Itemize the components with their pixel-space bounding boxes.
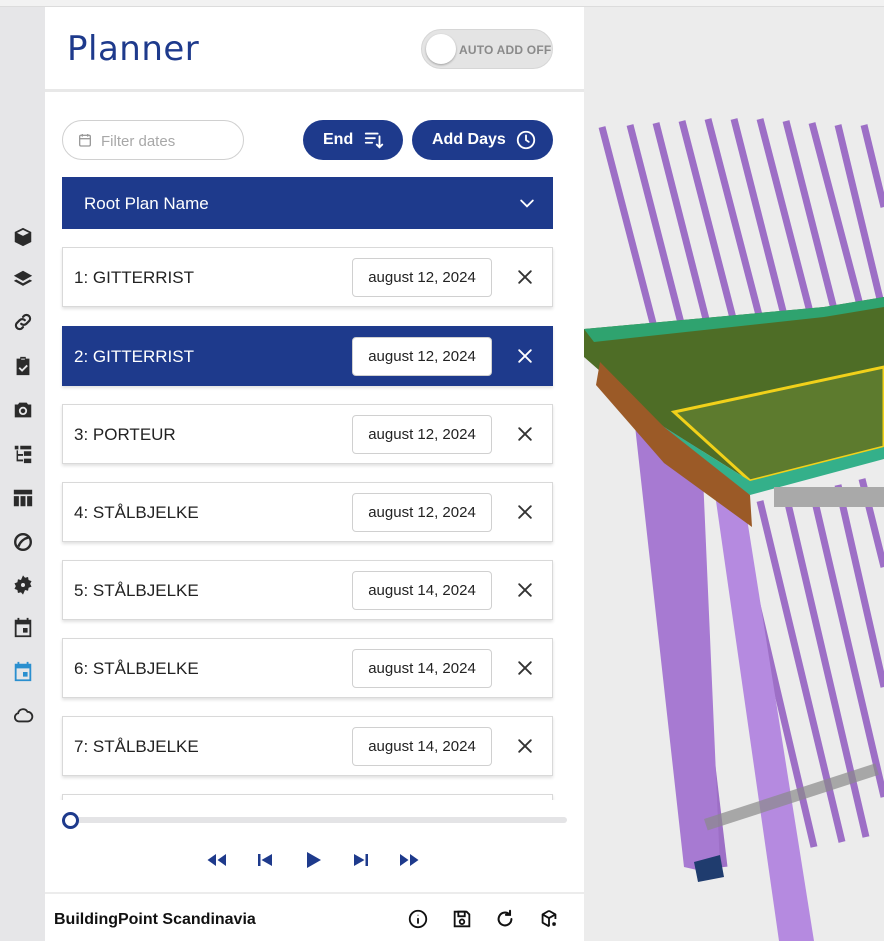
plan-item[interactable]: 4: STÅLBJELKE august 12, 2024 — [62, 482, 553, 542]
plan-item-name: 2: GITTERRIST — [74, 347, 194, 366]
fast-forward-button[interactable] — [395, 847, 423, 873]
remove-item-button[interactable] — [512, 421, 538, 447]
plan-item-name: 7: STÅLBJELKE — [74, 737, 199, 756]
cube-sync-icon — [541, 909, 557, 928]
calendar-small-icon — [79, 134, 91, 147]
cloud-icon[interactable] — [8, 700, 38, 730]
save-button[interactable] — [448, 905, 476, 933]
plan-item-date[interactable]: august 14, 2024 — [352, 649, 492, 688]
close-icon — [518, 349, 532, 363]
toggle-knob[interactable] — [426, 34, 456, 64]
skip-previous-button[interactable] — [251, 847, 279, 873]
skip-next-icon — [354, 854, 368, 866]
chevron-down-icon — [520, 199, 534, 208]
clock-icon — [516, 130, 536, 150]
close-icon — [518, 505, 532, 519]
refresh-button[interactable] — [491, 905, 519, 933]
fast-forward-icon — [400, 854, 419, 866]
root-plan-dropdown[interactable]: Root Plan Name — [62, 177, 553, 229]
plan-item[interactable]: 6: STÅLBJELKE august 14, 2024 — [62, 638, 553, 698]
end-button[interactable]: End — [303, 120, 403, 160]
auto-add-toggle[interactable]: AUTO ADD OFF — [421, 29, 553, 69]
remove-item-button[interactable] — [512, 577, 538, 603]
brand-name: BuildingPoint Scandinavia — [54, 911, 256, 928]
remove-item-button[interactable] — [512, 343, 538, 369]
model-sync-button[interactable] — [535, 905, 563, 933]
playback-controls — [203, 847, 423, 873]
remove-item-button[interactable] — [512, 733, 538, 759]
plan-item-name: 6: STÅLBJELKE — [74, 659, 199, 678]
sort-descending-icon — [364, 132, 384, 149]
end-button-label: End — [323, 131, 354, 148]
plan-item-name: 3: PORTEUR — [74, 425, 176, 444]
close-icon — [518, 270, 532, 284]
camera-icon[interactable] — [8, 395, 38, 425]
plan-item-date[interactable]: august 14, 2024 — [352, 571, 492, 610]
add-days-label: Add Days — [432, 131, 506, 148]
panel-footer: BuildingPoint Scandinavia — [45, 892, 584, 941]
link-icon[interactable] — [8, 307, 38, 337]
cube-icon[interactable] — [8, 222, 38, 252]
model-rendering — [584, 118, 884, 941]
top-strip — [0, 0, 884, 7]
filter-dates-field[interactable] — [62, 120, 244, 160]
remove-item-button[interactable] — [512, 264, 538, 290]
close-icon — [518, 583, 532, 597]
play-button[interactable] — [299, 847, 327, 873]
layers-icon[interactable] — [8, 264, 38, 294]
auto-add-label: AUTO ADD OFF — [459, 43, 552, 57]
plan-item-name: 1: GITTERRIST — [74, 268, 194, 287]
info-button[interactable] — [404, 905, 432, 933]
play-icon — [307, 852, 321, 868]
plan-item-selected[interactable]: 2: GITTERRIST august 12, 2024 — [62, 326, 553, 386]
filter-dates-input[interactable] — [101, 130, 236, 152]
plan-item-date[interactable]: august 12, 2024 — [352, 337, 492, 376]
remove-item-button[interactable] — [512, 499, 538, 525]
close-icon — [518, 739, 532, 753]
planner-panel: Planner AUTO ADD OFF End Add Days Root P… — [45, 7, 584, 941]
tool-sidebar — [0, 7, 45, 941]
plan-item[interactable]: 1: GITTERRIST august 12, 2024 — [62, 247, 553, 307]
plan-item[interactable]: 7: STÅLBJELKE august 14, 2024 — [62, 716, 553, 776]
slider-track[interactable] — [70, 817, 567, 823]
fast-rewind-button[interactable] — [203, 847, 231, 873]
page-title: Planner — [67, 29, 200, 69]
clipboard-check-icon[interactable] — [8, 351, 38, 381]
shapes-icon[interactable] — [8, 527, 38, 557]
close-icon — [518, 427, 532, 441]
calendar-icon[interactable] — [8, 613, 38, 643]
skip-next-button[interactable] — [347, 847, 375, 873]
model-viewer[interactable] — [584, 7, 884, 941]
plan-item-date[interactable]: august 12, 2024 — [352, 258, 492, 297]
info-icon — [408, 909, 428, 929]
plan-item-partial[interactable] — [62, 794, 553, 800]
plan-item-date[interactable]: august 12, 2024 — [352, 415, 492, 454]
hierarchy-icon[interactable] — [8, 439, 38, 469]
fast-rewind-icon — [207, 854, 226, 866]
refresh-icon — [497, 909, 513, 927]
close-icon — [518, 661, 532, 675]
skip-previous-icon — [258, 854, 272, 866]
plan-item-list: 1: GITTERRIST august 12, 2024 2: GITTERR… — [45, 247, 584, 800]
calendar-active-icon[interactable] — [8, 657, 38, 687]
remove-item-button[interactable] — [512, 655, 538, 681]
timeline-slider[interactable] — [62, 812, 567, 829]
slider-thumb[interactable] — [62, 812, 79, 829]
badge-icon[interactable] — [8, 570, 38, 600]
add-days-button[interactable]: Add Days — [412, 120, 553, 160]
save-icon — [453, 910, 471, 928]
plan-item-name: 5: STÅLBJELKE — [74, 581, 199, 600]
plan-item[interactable]: 3: PORTEUR august 12, 2024 — [62, 404, 553, 464]
plan-item[interactable]: 5: STÅLBJELKE august 14, 2024 — [62, 560, 553, 620]
plan-item-name: 4: STÅLBJELKE — [74, 503, 199, 522]
plan-item-date[interactable]: august 14, 2024 — [352, 727, 492, 766]
plan-item-date[interactable]: august 12, 2024 — [352, 493, 492, 532]
table-icon[interactable] — [8, 483, 38, 513]
panel-header: Planner AUTO ADD OFF — [45, 7, 584, 92]
root-plan-label: Root Plan Name — [84, 194, 209, 213]
